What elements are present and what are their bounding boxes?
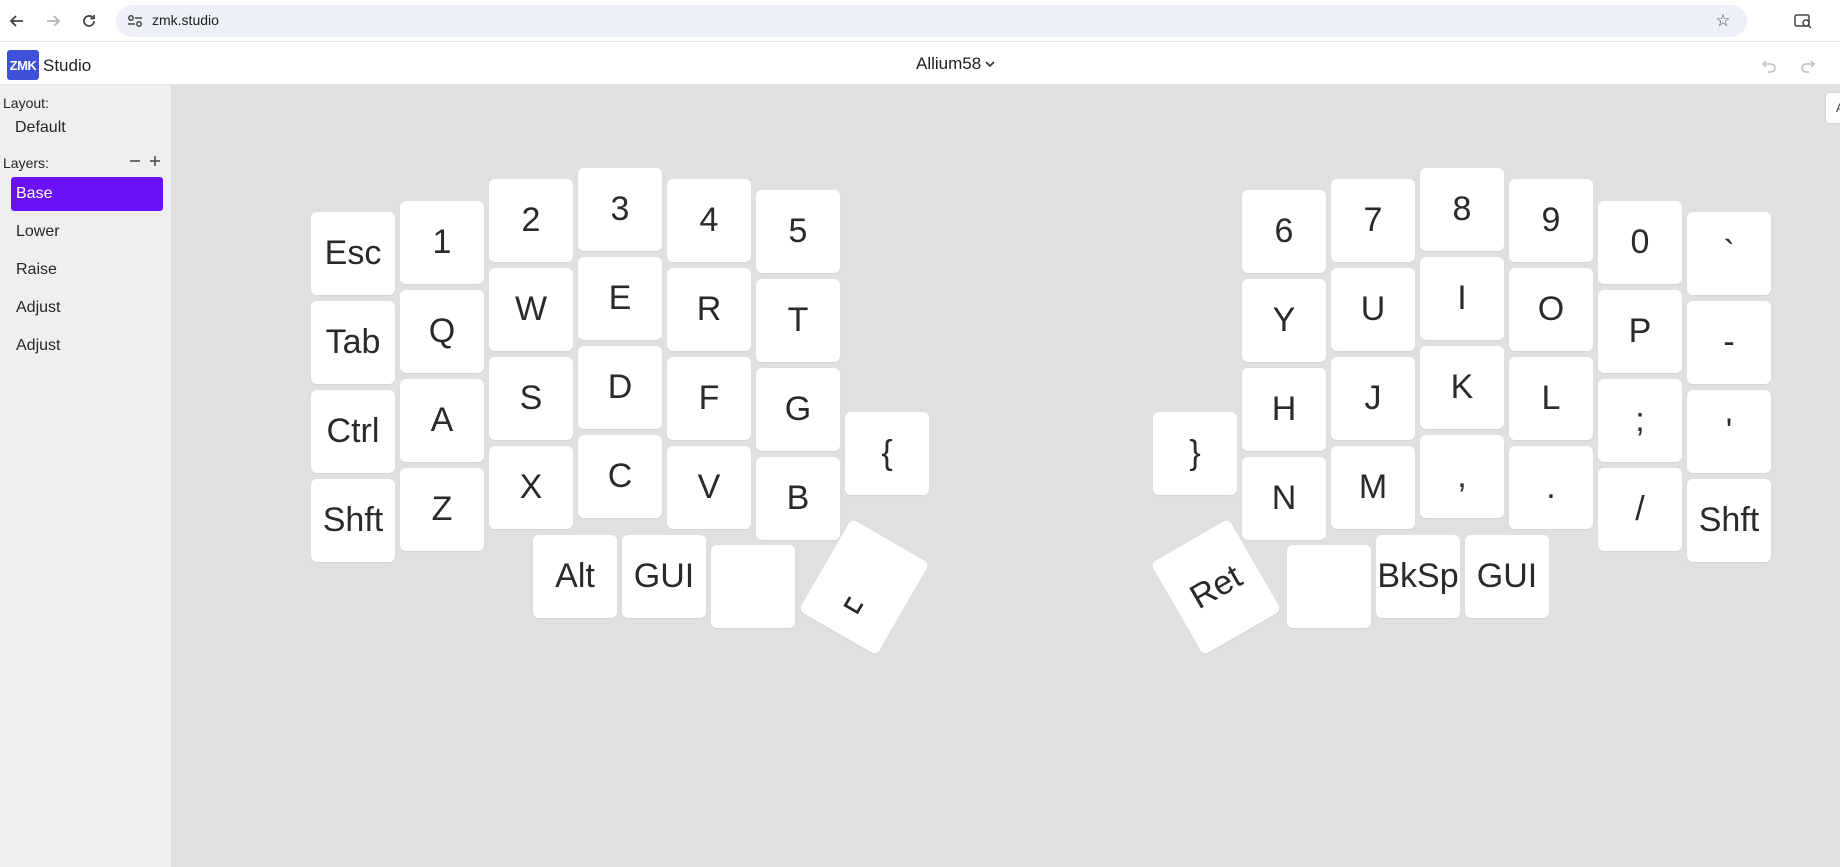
- key-period[interactable]: .: [1509, 446, 1593, 529]
- address-bar[interactable]: ☆: [116, 5, 1747, 37]
- key-right-blank[interactable]: [1287, 545, 1371, 628]
- url-input[interactable]: [152, 12, 1552, 28]
- layout-option-default[interactable]: Default: [15, 119, 66, 137]
- bookmark-star-icon[interactable]: ☆: [1713, 11, 1733, 31]
- key-a[interactable]: A: [400, 379, 484, 462]
- key-w[interactable]: W: [489, 268, 573, 351]
- key-left-brace[interactable]: {: [845, 412, 929, 495]
- key-left-gui[interactable]: GUI: [622, 535, 706, 618]
- key-v[interactable]: V: [667, 446, 751, 529]
- key-right-gui[interactable]: GUI: [1465, 535, 1549, 618]
- key-8[interactable]: 8: [1420, 168, 1504, 251]
- key-semicolon[interactable]: ;: [1598, 379, 1682, 462]
- sidebar: Layout: Default Layers: Base Lower Raise…: [0, 85, 171, 867]
- key-grave[interactable]: `: [1687, 212, 1771, 295]
- undo-button[interactable]: [1758, 55, 1780, 77]
- plus-icon: [150, 156, 160, 166]
- back-button[interactable]: [4, 8, 30, 34]
- key-o[interactable]: O: [1509, 268, 1593, 351]
- key-x[interactable]: X: [489, 446, 573, 529]
- key-7[interactable]: 7: [1331, 179, 1415, 262]
- key-esc[interactable]: Esc: [311, 212, 395, 295]
- chevron-down-icon: [985, 61, 995, 68]
- add-layer-button[interactable]: [148, 154, 162, 168]
- minus-icon: [130, 160, 140, 162]
- key-left-alt[interactable]: Alt: [533, 535, 617, 618]
- key-right-brace[interactable]: }: [1153, 412, 1237, 495]
- key-p[interactable]: P: [1598, 290, 1682, 373]
- redo-button[interactable]: [1797, 55, 1819, 77]
- key-y[interactable]: Y: [1242, 279, 1326, 362]
- key-3[interactable]: 3: [578, 168, 662, 251]
- zmk-logo: ZMK: [7, 50, 39, 80]
- key-slash[interactable]: /: [1598, 468, 1682, 551]
- app-header: ZMK Studio Allium58: [0, 42, 1840, 85]
- brand-name: Studio: [43, 56, 92, 75]
- key-z[interactable]: Z: [400, 468, 484, 551]
- key-minus[interactable]: -: [1687, 301, 1771, 384]
- arrow-left-icon: [9, 15, 23, 27]
- layer-item-adjust-2[interactable]: Adjust: [11, 329, 163, 363]
- key-s[interactable]: S: [489, 357, 573, 440]
- site-settings-icon[interactable]: [126, 12, 144, 30]
- layer-item-raise[interactable]: Raise: [11, 253, 163, 287]
- key-f[interactable]: F: [667, 357, 751, 440]
- key-backspace[interactable]: BkSp: [1376, 535, 1460, 618]
- key-i[interactable]: I: [1420, 257, 1504, 340]
- layer-item-base[interactable]: Base: [11, 177, 163, 211]
- key-1[interactable]: 1: [400, 201, 484, 284]
- arrow-right-icon: [47, 15, 61, 27]
- key-quote[interactable]: ': [1687, 390, 1771, 473]
- reload-button[interactable]: [76, 8, 102, 34]
- key-t[interactable]: T: [756, 279, 840, 362]
- key-9[interactable]: 9: [1509, 179, 1593, 262]
- key-4[interactable]: 4: [667, 179, 751, 262]
- key-b[interactable]: B: [756, 457, 840, 540]
- layer-item-adjust[interactable]: Adjust: [11, 291, 163, 325]
- key-g[interactable]: G: [756, 368, 840, 451]
- key-left-shift[interactable]: Shft: [311, 479, 395, 562]
- key-h[interactable]: H: [1242, 368, 1326, 451]
- layer-list: Base Lower Raise Adjust Adjust: [11, 177, 163, 367]
- key-q[interactable]: Q: [400, 290, 484, 373]
- layers-label: Layers:: [3, 155, 49, 171]
- layer-item-lower[interactable]: Lower: [11, 215, 163, 249]
- device-selector[interactable]: Allium58: [916, 54, 996, 74]
- key-6[interactable]: 6: [1242, 190, 1326, 273]
- key-r[interactable]: R: [667, 268, 751, 351]
- key-tab[interactable]: Tab: [311, 301, 395, 384]
- reload-icon: [83, 15, 95, 27]
- browser-toolbar: ☆: [0, 0, 1840, 42]
- page-search-icon[interactable]: [1791, 9, 1815, 33]
- key-n[interactable]: N: [1242, 457, 1326, 540]
- key-c[interactable]: C: [578, 435, 662, 518]
- key-m[interactable]: M: [1331, 446, 1415, 529]
- key-ctrl[interactable]: Ctrl: [311, 390, 395, 473]
- key-2[interactable]: 2: [489, 179, 573, 262]
- redo-icon: [1801, 60, 1816, 73]
- key-e[interactable]: E: [578, 257, 662, 340]
- layout-label: Layout:: [3, 95, 49, 111]
- key-0[interactable]: 0: [1598, 201, 1682, 284]
- key-right-shift[interactable]: Shft: [1687, 479, 1771, 562]
- key-u[interactable]: U: [1331, 268, 1415, 351]
- forward-button[interactable]: [40, 8, 66, 34]
- undo-icon: [1761, 60, 1776, 73]
- device-name: Allium58: [916, 54, 982, 73]
- key-space-label: ␣: [841, 572, 879, 616]
- key-l[interactable]: L: [1509, 357, 1593, 440]
- key-left-blank[interactable]: [711, 545, 795, 628]
- key-comma[interactable]: ,: [1420, 435, 1504, 518]
- key-5[interactable]: 5: [756, 190, 840, 273]
- key-d[interactable]: D: [578, 346, 662, 429]
- remove-layer-button[interactable]: [128, 154, 142, 168]
- key-k[interactable]: K: [1420, 346, 1504, 429]
- side-panel-toggle[interactable]: A: [1826, 93, 1840, 123]
- key-j[interactable]: J: [1331, 357, 1415, 440]
